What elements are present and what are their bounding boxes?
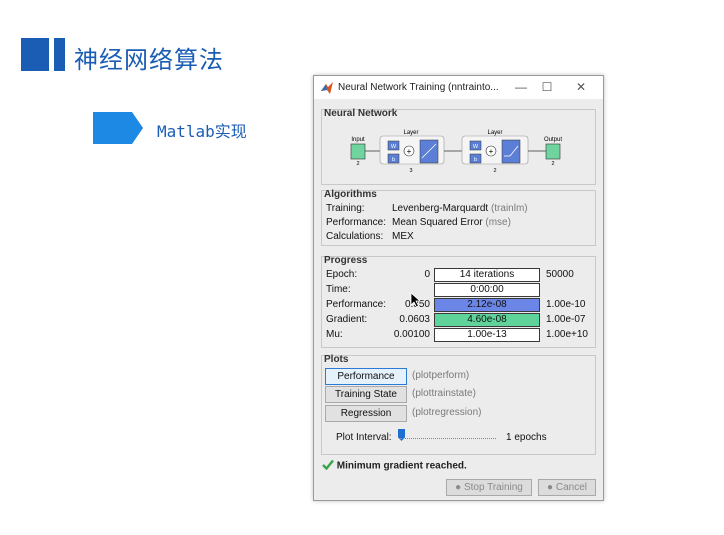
window-title: Neural Network Training (nntrainto...	[338, 82, 499, 93]
layer2-size: 2	[493, 168, 496, 174]
chevron-arrow-icon	[93, 112, 143, 144]
layer1-sum: +	[407, 147, 412, 156]
layer2-label: Layer	[487, 130, 502, 136]
status-row: Minimum gradient reached.	[322, 459, 467, 473]
progress-bar: 1.00e-13	[434, 328, 540, 342]
progress-bar: 14 iterations	[434, 268, 540, 282]
algo-row-calculations: Calculations:	[326, 231, 383, 242]
plot-interval-value: 1 epochs	[506, 432, 547, 443]
progress-label: Performance:	[326, 299, 387, 310]
algo-row-performance: Performance:	[326, 217, 386, 228]
network-panel: Neural Network Input 2 Layer W b + 3 Lay…	[321, 108, 596, 185]
plot-interval-label: Plot Interval:	[336, 432, 392, 443]
plot-interval-slider-track[interactable]	[400, 438, 496, 440]
progress-start-value: 0.00100	[393, 329, 430, 340]
plot-performance-fn: (plotperform)	[412, 370, 470, 381]
cancel-button[interactable]: ● Cancel	[538, 479, 596, 496]
layer2-b-label: b	[474, 157, 477, 163]
progress-label: Epoch:	[326, 269, 358, 280]
header-accent-bar-small	[54, 38, 65, 71]
maximize-button[interactable]: ☐	[536, 79, 558, 95]
algo-value-performance: Mean Squared Error (mse)	[392, 217, 511, 228]
layer2-w-label: W	[473, 144, 479, 150]
layer2-sum: +	[489, 147, 494, 156]
progress-start-value: 0.350	[384, 299, 430, 310]
progress-current-value: 2.12e-08	[467, 299, 507, 310]
plot-regression-button[interactable]: Regression	[325, 405, 407, 422]
progress-end-value: 1.00e-10	[546, 299, 586, 310]
progress-current-value: 4.60e-08	[467, 314, 507, 325]
header-accent-bar	[21, 38, 49, 71]
layer1-w-label: W	[391, 144, 397, 150]
progress-current-value: 14 iterations	[459, 269, 515, 280]
input-size: 2	[356, 161, 359, 167]
network-diagram: Input 2 Layer W b + 3 Layer W b + 2 Outp…	[350, 130, 562, 174]
progress-bar: 4.60e-08	[434, 313, 540, 327]
matlab-app-icon	[320, 81, 334, 95]
minimize-button[interactable]: —	[510, 79, 532, 95]
stop-icon: ●	[455, 482, 462, 493]
progress-start-value: 0	[424, 269, 430, 280]
algo-value-training: Levenberg-Marquardt (trainlm)	[392, 203, 528, 214]
algo-value-calculations: MEX	[392, 231, 414, 242]
progress-end-value: 1.00e-07	[546, 314, 586, 325]
progress-bar: 2.12e-08	[434, 298, 540, 312]
progress-current-value: 0:00:00	[470, 284, 504, 295]
mouse-cursor-icon	[410, 292, 422, 312]
section-title-progress: Progress	[324, 255, 368, 266]
cancel-icon: ●	[547, 482, 554, 493]
progress-label: Gradient:	[326, 314, 368, 325]
nn-training-window: Neural Network Training (nntrainto... — …	[313, 75, 604, 501]
plot-trainstate-fn: (plottrainstate)	[412, 388, 476, 399]
status-message: Minimum gradient reached.	[336, 460, 467, 472]
algo-label: Calculations:	[326, 231, 384, 242]
slide-subtitle: Matlab实现	[157, 122, 247, 141]
plot-performance-button[interactable]: Performance	[325, 368, 407, 385]
algo-row-training: Training:	[326, 203, 365, 214]
progress-current-value: 1.00e-13	[467, 329, 507, 340]
layer1-size: 3	[409, 168, 412, 174]
progress-end-value: 1.00e+10	[546, 329, 588, 340]
plot-trainstate-button[interactable]: Training State	[325, 386, 407, 403]
checkmark-icon	[322, 459, 334, 473]
layer1-label: Layer	[403, 130, 418, 136]
window-titlebar[interactable]: Neural Network Training (nntrainto... — …	[314, 76, 603, 99]
stop-training-button[interactable]: ● Stop Training	[446, 479, 532, 496]
progress-label: Time:	[326, 284, 351, 295]
input-label: Input	[351, 137, 365, 143]
progress-end-value: 50000	[546, 269, 574, 280]
section-title-algorithms: Algorithms	[324, 189, 377, 200]
progress-bar: 0:00:00	[434, 283, 540, 297]
layer1-b-label: b	[392, 157, 395, 163]
output-size: 2	[551, 161, 554, 167]
progress-label: Mu:	[326, 329, 343, 340]
slide-title: 神经网络算法	[74, 46, 224, 74]
plot-regression-fn: (plotregression)	[412, 407, 482, 418]
algo-label: Training:	[326, 203, 365, 214]
algo-label: Performance:	[326, 217, 387, 228]
output-box	[545, 143, 561, 160]
progress-start-value: 0.0603	[399, 314, 430, 325]
output-label: Output	[544, 137, 562, 143]
section-title-plots: Plots	[324, 354, 349, 365]
input-box	[350, 143, 366, 160]
close-button[interactable]: ✕	[570, 79, 592, 95]
